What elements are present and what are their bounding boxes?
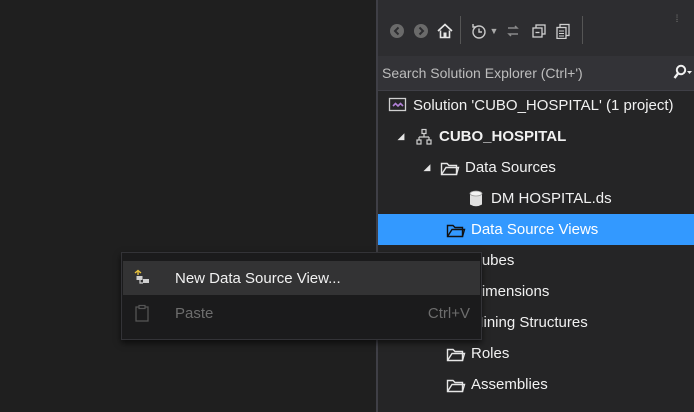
tree-item-label: Data Sources <box>465 159 556 176</box>
new-dsv-icon <box>133 269 151 287</box>
solution-explorer-panel: ▼ ⁞ Solution 'CUBO_HOSPITAL' (1 project)… <box>378 0 694 412</box>
tree-item-label: Mining Structures <box>471 314 588 331</box>
tree-item-dm-hospital-ds[interactable]: DM HOSPITAL.ds <box>378 183 694 214</box>
solution-explorer-toolbar: ▼ ⁞ <box>378 0 694 56</box>
tree-item-label: CUBO_HOSPITAL <box>439 128 567 145</box>
overflow-icon[interactable]: ⁞ <box>670 8 684 30</box>
database-icon <box>466 190 486 208</box>
back-icon[interactable] <box>386 20 408 42</box>
folder-icon <box>446 376 466 394</box>
tree-item-label: Data Source Views <box>471 221 599 238</box>
toolbar-separator <box>460 16 461 44</box>
tree-item-label: Solution 'CUBO_HOSPITAL' (1 project) <box>413 97 674 114</box>
menu-item-label: Paste <box>175 304 214 322</box>
editor-area <box>0 0 376 412</box>
history-icon[interactable] <box>468 20 490 42</box>
menu-item-paste[interactable]: Paste Ctrl+V <box>123 296 480 330</box>
tree-item-solution[interactable]: Solution 'CUBO_HOSPITAL' (1 project) <box>378 90 694 121</box>
home-icon[interactable] <box>434 20 456 42</box>
show-all-files-icon[interactable] <box>552 20 574 42</box>
folder-icon <box>440 159 460 177</box>
tree-item-label: Assemblies <box>471 376 548 393</box>
project-icon <box>414 128 434 146</box>
search-input[interactable] <box>382 60 668 86</box>
expanded-arrow-icon[interactable]: ◢ <box>420 162 434 173</box>
toolbar-separator <box>582 16 583 44</box>
search-icon[interactable] <box>672 63 694 83</box>
tree-item-label: Dimensions <box>471 283 550 300</box>
tree-item-assemblies[interactable]: Assemblies <box>378 369 694 400</box>
folder-icon <box>446 345 466 363</box>
chevron-down-icon[interactable]: ▼ <box>488 20 500 42</box>
expanded-arrow-icon[interactable]: ◢ <box>394 131 408 142</box>
search-box <box>378 56 694 91</box>
paste-icon <box>133 304 151 322</box>
menu-item-label: New Data Source View... <box>175 269 341 287</box>
forward-icon[interactable] <box>410 20 432 42</box>
tree-item-project[interactable]: ◢ CUBO_HOSPITAL <box>378 121 694 152</box>
menu-item-shortcut: Ctrl+V <box>427 304 470 322</box>
solution-icon <box>388 97 408 115</box>
tree-item-label: Roles <box>471 345 510 362</box>
collapse-all-icon[interactable] <box>528 20 550 42</box>
folder-icon <box>446 221 466 239</box>
sync-icon[interactable] <box>502 20 524 42</box>
solution-tree: Solution 'CUBO_HOSPITAL' (1 project) ◢ C… <box>378 90 694 400</box>
menu-item-new-data-source-view[interactable]: New Data Source View... <box>123 261 480 295</box>
tree-item-roles[interactable]: Roles <box>378 338 694 369</box>
tree-item-data-sources[interactable]: ◢ Data Sources <box>378 152 694 183</box>
tree-item-label: DM HOSPITAL.ds <box>491 190 612 207</box>
context-menu: New Data Source View... Paste Ctrl+V <box>121 252 482 340</box>
tree-item-data-source-views[interactable]: Data Source Views <box>378 214 694 245</box>
